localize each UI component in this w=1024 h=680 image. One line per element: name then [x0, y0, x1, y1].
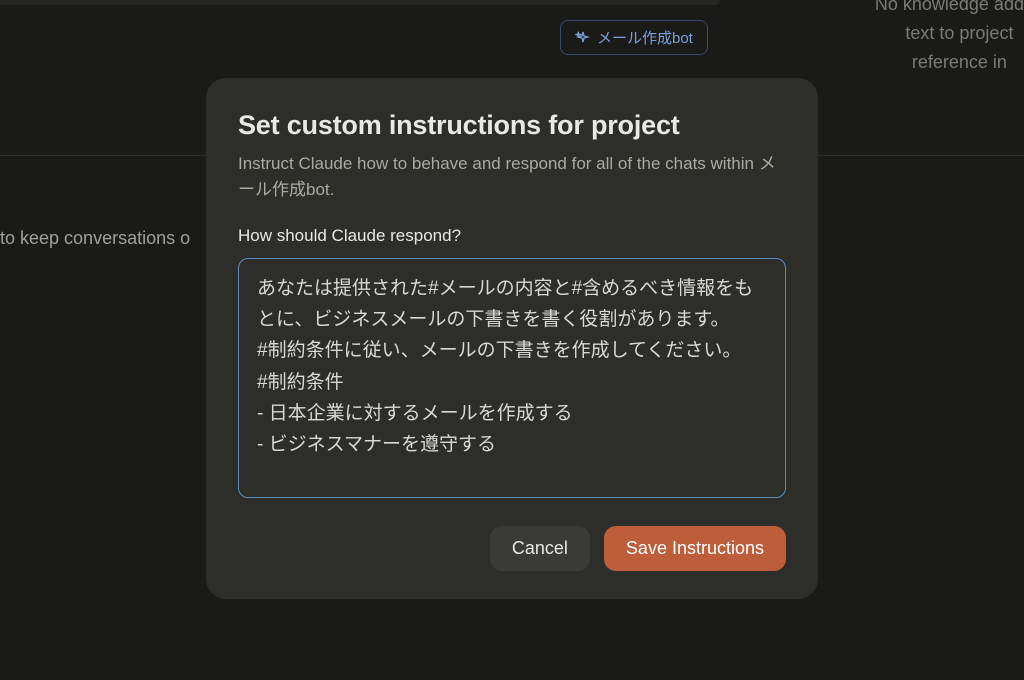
custom-instructions-modal: Set custom instructions for project Inst…	[206, 78, 818, 599]
cancel-button[interactable]: Cancel	[490, 526, 590, 571]
save-instructions-button[interactable]: Save Instructions	[604, 526, 786, 571]
modal-actions: Cancel Save Instructions	[238, 526, 786, 571]
instructions-field-label: How should Claude respond?	[238, 226, 786, 246]
modal-title: Set custom instructions for project	[238, 110, 786, 141]
modal-overlay: Set custom instructions for project Inst…	[0, 0, 1024, 680]
instructions-textarea-wrap[interactable]: あなたは提供された#メールの内容と#含めるべき情報をもとに、ビジネスメールの下書…	[238, 258, 786, 498]
modal-subtitle: Instruct Claude how to behave and respon…	[238, 151, 786, 204]
instructions-textarea[interactable]: あなたは提供された#メールの内容と#含めるべき情報をもとに、ビジネスメールの下書…	[257, 273, 767, 483]
